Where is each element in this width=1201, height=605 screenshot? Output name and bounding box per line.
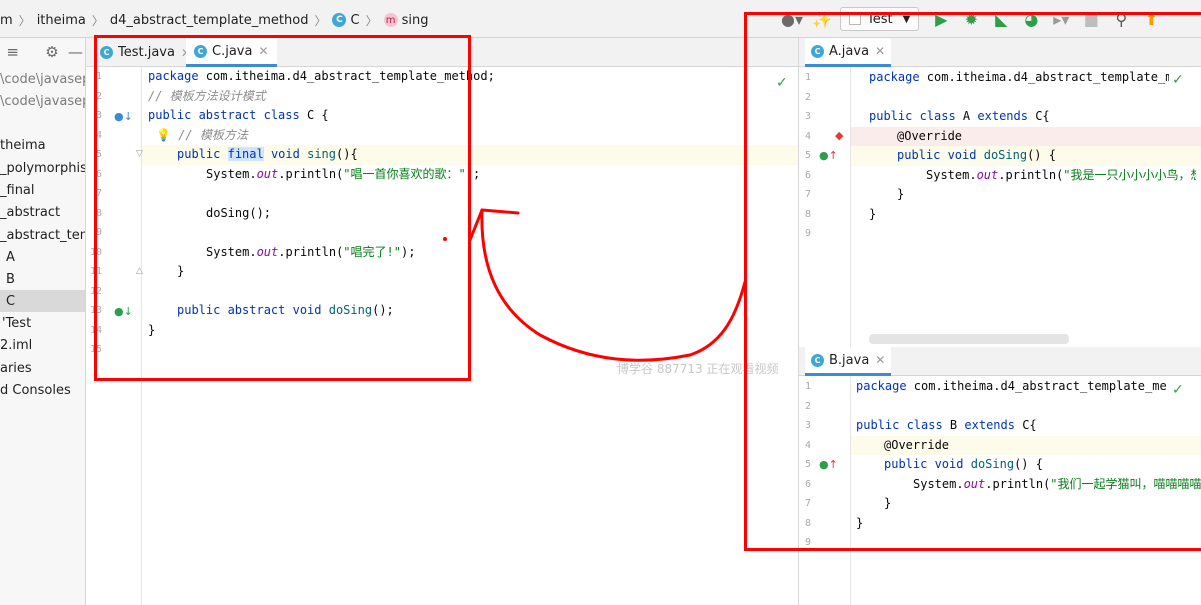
method-icon: m bbox=[383, 13, 398, 27]
tree-item-label: _polymorphisr bbox=[0, 160, 86, 176]
tree-item[interactable]: A bbox=[0, 246, 85, 268]
breadcrumb-class-label: C bbox=[350, 12, 360, 28]
tree-item-label: _final bbox=[0, 182, 35, 198]
tree-item[interactable]: _abstract bbox=[0, 201, 85, 223]
tree-item-label: _abstract_temp bbox=[0, 227, 85, 243]
tree-item[interactable]: 2.iml bbox=[0, 334, 85, 356]
chevron-right-icon: 〉 bbox=[314, 13, 327, 28]
annotation-box-subclasses bbox=[744, 12, 1201, 551]
tree-item-label: _abstract bbox=[0, 204, 61, 220]
chevron-right-icon: 〉 bbox=[365, 13, 378, 28]
breadcrumb-module[interactable]: m bbox=[0, 13, 13, 28]
chevron-right-icon: 〉 bbox=[91, 13, 104, 28]
tree-item-label: B bbox=[6, 271, 15, 287]
class-icon: C bbox=[332, 13, 347, 27]
tree-item-label: theima bbox=[0, 137, 46, 153]
tree-item[interactable]: _polymorphisr bbox=[0, 157, 86, 179]
tree-item-label: Test bbox=[5, 315, 32, 331]
tree-item[interactable]: \code\javasepr bbox=[0, 90, 85, 112]
tree-item-label: \code\javasepr bbox=[0, 93, 85, 109]
breadcrumb-method[interactable]: m sing bbox=[383, 12, 429, 28]
breadcrumb-method-label: sing bbox=[401, 12, 429, 28]
tree-item[interactable]: _final bbox=[0, 179, 85, 201]
tree-item-label: aries bbox=[0, 360, 32, 376]
breadcrumb-class[interactable]: CC bbox=[332, 12, 360, 28]
tree-item-label: \code\javasepr bbox=[0, 71, 85, 87]
tree-item[interactable]: d Consoles bbox=[0, 379, 85, 401]
annotation-box-c-java bbox=[94, 35, 471, 381]
tree-item[interactable]: _abstract_temp bbox=[0, 224, 85, 246]
tree-item[interactable]: \code\javasepr bbox=[0, 68, 85, 90]
hide-panel-icon[interactable]: — bbox=[65, 41, 85, 63]
tree-item-label: d Consoles bbox=[0, 382, 71, 398]
breadcrumb-package[interactable]: itheima bbox=[37, 13, 86, 28]
tree-item[interactable]: theima bbox=[0, 134, 85, 156]
tree-item-label: A bbox=[6, 249, 15, 265]
tree-item-label: C bbox=[6, 293, 16, 309]
gear-icon[interactable]: ⚙ bbox=[41, 41, 62, 63]
project-panel: ≡ ⚙ — \code\javasepr \code\javasepr thei… bbox=[0, 38, 86, 605]
tree-item-selected[interactable]: C bbox=[0, 290, 85, 312]
chevron-right-icon: 〉 bbox=[18, 13, 31, 28]
project-toolbar: ≡ ⚙ — bbox=[0, 38, 85, 66]
tree-item-label: 2.iml bbox=[0, 337, 33, 353]
breadcrumb-subpackage-label: d4_abstract_template_method bbox=[109, 12, 309, 28]
breadcrumb-subpackage[interactable]: d4_abstract_template_method bbox=[110, 13, 309, 28]
breadcrumb-module-label: m bbox=[0, 12, 13, 28]
tree-item[interactable]: ' Test bbox=[0, 312, 85, 334]
tree-item[interactable]: B bbox=[0, 268, 85, 290]
breadcrumb: m 〉 itheima 〉 d4_abstract_template_metho… bbox=[0, 11, 428, 29]
breadcrumb-package-label: itheima bbox=[36, 12, 86, 28]
tree-item[interactable]: aries bbox=[0, 357, 85, 379]
collapse-all-icon[interactable]: ≡ bbox=[2, 41, 23, 63]
